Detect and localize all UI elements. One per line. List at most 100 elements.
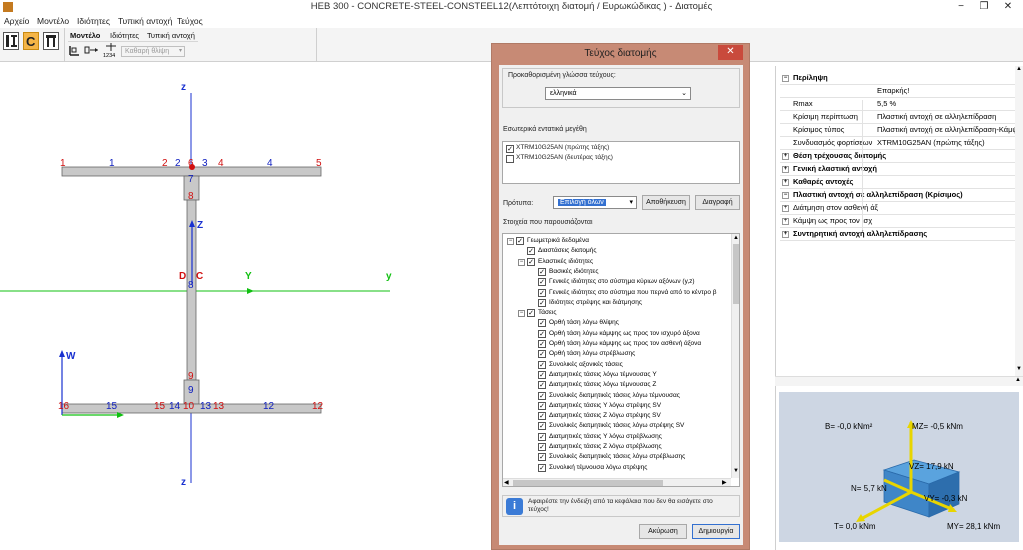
- tree-item[interactable]: ✓ Διατμητικές τάσεις Y λόγω στρέβλωσης: [503, 432, 731, 442]
- tree-item[interactable]: ✓ Συνολικές διατμητικές τάσεις λόγω στρέβ…: [503, 452, 731, 462]
- tab-properties[interactable]: Ιδιότητες: [110, 31, 139, 40]
- tree-item-checkbox[interactable]: ✓: [527, 257, 535, 266]
- force-checkbox-second-order[interactable]: [506, 155, 514, 163]
- property-row[interactable]: − Πλαστική αντοχή σε αλληλεπίδραση (Κρίσι…: [780, 189, 1023, 202]
- window-close-button[interactable]: ✕: [997, 0, 1019, 14]
- tree-item[interactable]: ✓ Συνολικές διατμητικές τάσεις λόγω τέμνο…: [503, 391, 731, 401]
- items-tree[interactable]: − ✓ Γεωμετρικά δεδομένα ✓ Διαστάσεις διατομή…: [502, 233, 740, 487]
- axis-tool-icon[interactable]: [67, 44, 81, 59]
- tree-item[interactable]: ✓ Διατμητικές τάσεις λόγω τέμνουσας Z: [503, 380, 731, 390]
- tree-item[interactable]: ✓ Συνολικές αξονικές τάσεις: [503, 360, 731, 370]
- tree-item-checkbox[interactable]: ✓: [527, 247, 535, 256]
- scroll-down-icon[interactable]: ▼: [733, 468, 739, 474]
- tree-item[interactable]: ✓ Συνολική τέμνουσα λόγω στρέψης: [503, 463, 731, 473]
- maximize-button[interactable]: ❐: [973, 0, 995, 14]
- tree-item[interactable]: − ✓ Ελαστικές ιδιότητες: [503, 257, 731, 267]
- tree-item-checkbox[interactable]: ✓: [538, 463, 546, 472]
- tree-item-checkbox[interactable]: ✓: [538, 329, 546, 338]
- save-template-button[interactable]: Αποθήκευση: [642, 195, 690, 210]
- property-expander-icon[interactable]: +: [782, 231, 789, 238]
- tree-vertical-scrollbar[interactable]: ▲ ▼: [731, 234, 739, 478]
- create-button[interactable]: Δημιουργία: [692, 524, 740, 539]
- tree-item-checkbox[interactable]: ✓: [538, 370, 546, 379]
- menu-file[interactable]: Αρχείο: [4, 16, 29, 26]
- scroll-left-icon[interactable]: ◀: [504, 479, 509, 486]
- tree-item[interactable]: ✓ Βασικές ιδιότητες: [503, 267, 731, 277]
- menu-model[interactable]: Μοντέλο: [37, 16, 69, 26]
- scroll-right-icon[interactable]: ▶: [722, 479, 727, 486]
- property-expander-icon[interactable]: +: [782, 166, 789, 173]
- tree-item-checkbox[interactable]: ✓: [538, 422, 546, 431]
- property-row[interactable]: + Κάμψη ως προς τον ισχ: [780, 215, 1023, 228]
- tree-item[interactable]: ✓ Ορθή τάση λόγω θλίψης: [503, 318, 731, 328]
- property-expander-icon[interactable]: +: [782, 205, 789, 212]
- tree-item-checkbox[interactable]: ✓: [538, 360, 546, 369]
- tree-item-checkbox[interactable]: ✓: [538, 350, 546, 359]
- tree-item-checkbox[interactable]: ✓: [538, 391, 546, 400]
- tree-item-checkbox[interactable]: ✓: [527, 309, 535, 318]
- tree-item[interactable]: ✓ Ορθή τάση λόγω στρέβλωσης: [503, 349, 731, 359]
- template-select[interactable]: Επιλογή όλων ▾: [553, 196, 637, 209]
- scroll-up-icon[interactable]: ▲: [1016, 66, 1022, 72]
- property-row[interactable]: − Περίληψη: [780, 72, 1023, 85]
- menu-report[interactable]: Τεύχος: [177, 16, 203, 26]
- property-row[interactable]: + Καθαρές αντοχές: [780, 176, 1023, 189]
- tab-model[interactable]: Μοντέλο: [70, 31, 100, 40]
- property-expander-icon[interactable]: +: [782, 218, 789, 225]
- tree-item-checkbox[interactable]: ✓: [538, 401, 546, 410]
- property-scrollbar[interactable]: ▲ ▼: [1015, 66, 1023, 376]
- tree-item[interactable]: − ✓ Τάσεις: [503, 308, 731, 318]
- scroll-thumb[interactable]: [513, 480, 663, 486]
- panel-splitter[interactable]: ▲: [775, 376, 1023, 386]
- section-canvas[interactable]: z z Z Y y W D C 1 1 2 2 6 3 4 4 5 7 8 8 …: [0, 63, 490, 550]
- tree-item[interactable]: − ✓ Γεωμετρικά δεδομένα: [503, 236, 731, 246]
- tree-item-checkbox[interactable]: ✓: [516, 237, 524, 245]
- tree-item[interactable]: ✓ Γενικές ιδιότητες στο σύστημα κύριων αξ…: [503, 277, 731, 287]
- view-select[interactable]: Καθαρή θλίψη ▾: [121, 46, 185, 57]
- cancel-button[interactable]: Ακύρωση: [639, 524, 687, 539]
- column-section-icon[interactable]: [43, 32, 59, 50]
- scroll-thumb[interactable]: [733, 244, 739, 304]
- nodes-tool-icon[interactable]: [84, 44, 100, 59]
- menu-resistance[interactable]: Τυπική αντοχή: [118, 16, 172, 26]
- scroll-up-icon[interactable]: ▲: [733, 235, 739, 241]
- delete-template-button[interactable]: Διαγραφή: [695, 195, 740, 210]
- tree-item[interactable]: ✓ Διαστάσεις διατομής: [503, 246, 731, 256]
- force-checkbox-first-order[interactable]: ✓: [506, 145, 514, 153]
- tree-item-checkbox[interactable]: ✓: [538, 319, 546, 328]
- scroll-up-icon[interactable]: ▲: [1015, 377, 1021, 383]
- minimize-button[interactable]: −: [950, 0, 972, 14]
- section-tool-icon[interactable]: [3, 32, 19, 50]
- property-row[interactable]: + Γενική ελαστική αντοχή: [780, 163, 1023, 176]
- property-expander-icon[interactable]: +: [782, 179, 789, 186]
- tree-item-checkbox[interactable]: ✓: [538, 267, 546, 276]
- property-expander-icon[interactable]: −: [782, 75, 789, 82]
- tree-item[interactable]: ✓ Ορθή τάση λόγω κάμψης ως προς τον ασθεν…: [503, 339, 731, 349]
- tree-item-checkbox[interactable]: ✓: [538, 432, 546, 441]
- tree-horizontal-scrollbar[interactable]: ◀ ▶: [503, 478, 731, 486]
- tree-item[interactable]: ✓Συνολική τέμνουσα λόγω στρέψης στην διε…: [503, 473, 731, 474]
- property-row[interactable]: + Θέση τρέχουσας διατομής: [780, 150, 1023, 163]
- tree-item[interactable]: ✓ Διατμητικές τάσεις Z λόγω στρέβλωσης: [503, 442, 731, 452]
- tree-item-checkbox[interactable]: ✓: [538, 340, 546, 348]
- tree-item[interactable]: ✓ Γενικές ιδιότητες στο σύστημα που περνά…: [503, 288, 731, 298]
- menu-properties[interactable]: Ιδιότητες: [77, 16, 110, 26]
- tree-item[interactable]: ✓ Συνολικές διατμητικές τάσεις λόγω στρέψ…: [503, 421, 731, 431]
- property-expander-icon[interactable]: −: [782, 192, 789, 199]
- language-select[interactable]: ελληνικά ⌄: [545, 87, 691, 100]
- tree-expander-icon[interactable]: −: [518, 258, 525, 266]
- tree-item[interactable]: ✓ Ιδιότητες στρέψης και διάτμησης: [503, 298, 731, 308]
- property-expander-icon[interactable]: +: [782, 153, 789, 160]
- tree-item[interactable]: ✓ Διατμητικές τάσεις Z λόγω στρέψης SV: [503, 411, 731, 421]
- scroll-down-icon[interactable]: ▼: [1016, 366, 1022, 372]
- tree-item-checkbox[interactable]: ✓: [538, 443, 546, 451]
- tree-item-checkbox[interactable]: ✓: [538, 453, 546, 462]
- tree-item[interactable]: ✓ Ορθή τάση λόγω κάμψης ως προς τον ισχυρ…: [503, 329, 731, 339]
- property-row[interactable]: + Διάτμηση στον ασθενή άξ: [780, 202, 1023, 215]
- tree-item-checkbox[interactable]: ✓: [538, 412, 546, 421]
- c-section-icon[interactable]: C: [23, 32, 39, 50]
- tab-resistance[interactable]: Τυπική αντοχή: [147, 31, 195, 40]
- tree-item[interactable]: ✓ Διατμητικές τάσεις Y λόγω στρέψης SV: [503, 401, 731, 411]
- dialog-close-button[interactable]: ✕: [718, 45, 743, 60]
- tree-item-checkbox[interactable]: ✓: [538, 288, 546, 297]
